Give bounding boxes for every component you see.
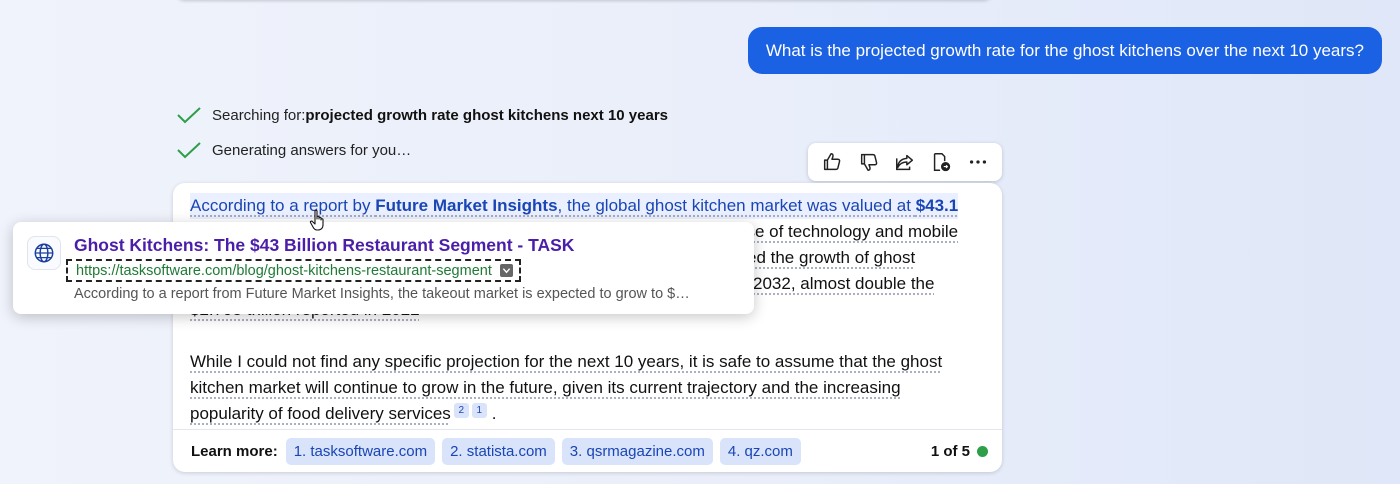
response-count-text: 1 of 5	[930, 443, 970, 460]
share-icon	[895, 154, 914, 171]
popup-url[interactable]: https://tasksoftware.com/blog/ghost-kitc…	[66, 259, 521, 282]
chevron-down-icon[interactable]	[499, 264, 513, 277]
user-message-bubble: What is the projected growth rate for th…	[747, 27, 1382, 74]
export-button[interactable]	[926, 147, 956, 177]
message-action-bar	[808, 143, 1002, 181]
answer-paragraph-2: While I could not find any specific proj…	[190, 349, 990, 427]
answer-text-line: kitchen market will continue to grow in …	[190, 378, 901, 397]
checkmark-icon	[177, 107, 201, 124]
answer-text-line: While I could not find any specific proj…	[190, 352, 943, 371]
status-dot-icon	[977, 446, 988, 457]
checkmark-icon	[177, 142, 201, 159]
hand-cursor-icon	[309, 209, 324, 231]
learn-more-bar: Learn more: 1. tasksoftware.com 2. stati…	[173, 429, 1002, 472]
answer-text-line: 2032, almost double the	[753, 274, 935, 293]
answer-text-line: rise of technology and mobile	[737, 222, 959, 241]
source-chip[interactable]: 3. qsrmagazine.com	[561, 437, 713, 465]
source-chip[interactable]: 1. tasksoftware.com	[285, 437, 436, 465]
sentence-end: .	[491, 404, 497, 423]
citation-badge[interactable]: 1	[471, 403, 487, 418]
status-search-query: projected growth rate ghost kitchens nex…	[305, 106, 668, 124]
thumbs-down-button[interactable]	[854, 147, 884, 177]
status-searching-prefix: Searching for:	[212, 106, 306, 124]
status-searching: Searching for: projected growth rate gho…	[176, 104, 668, 126]
thumbs-up-icon	[824, 153, 841, 171]
answer-text-line: ed the growth of ghost	[747, 248, 916, 267]
answer-text-line: popularity of food delivery services	[190, 404, 451, 423]
popup-url-text: https://tasksoftware.com/blog/ghost-kitc…	[76, 262, 492, 279]
status-generating-text: Generating answers for you…	[212, 141, 412, 159]
export-icon	[934, 153, 951, 172]
answer-text: , the global ghost kitchen market was va…	[557, 196, 916, 215]
market-value: $43.1	[915, 196, 959, 215]
source-preview-popup[interactable]: Ghost Kitchens: The $43 Billion Restaura…	[13, 222, 754, 314]
popup-snippet: According to a report from Future Market…	[74, 286, 690, 302]
source-name: Future Market Insights	[375, 196, 558, 215]
more-dots-icon	[969, 160, 986, 164]
share-button[interactable]	[890, 147, 920, 177]
learn-more-label: Learn more:	[191, 442, 278, 460]
status-generating: Generating answers for you…	[176, 139, 411, 161]
response-counter: 1 of 5	[931, 430, 988, 473]
answer-text: According to a report by	[190, 196, 376, 215]
source-chip[interactable]: 4. qz.com	[719, 437, 801, 465]
answer-source-link[interactable]: According to a report by Future Market I…	[190, 193, 959, 219]
thumbs-down-icon	[860, 153, 877, 171]
popup-title-link[interactable]: Ghost Kitchens: The $43 Billion Restaura…	[74, 235, 574, 256]
source-chip[interactable]: 2. statista.com	[442, 437, 555, 465]
more-options-button[interactable]	[963, 147, 993, 177]
citation-badge[interactable]: 2	[453, 403, 469, 418]
thumbs-up-button[interactable]	[817, 147, 847, 177]
globe-icon	[27, 236, 61, 270]
